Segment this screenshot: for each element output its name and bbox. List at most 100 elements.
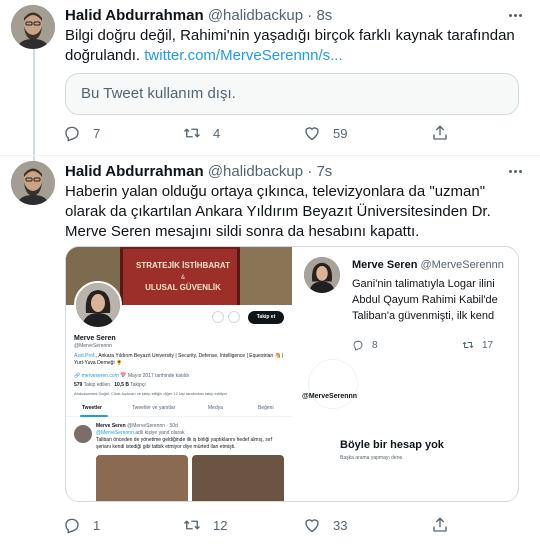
tweet-actions: 1 12 33 [63,514,463,536]
message-icon [228,311,240,323]
tweet-header: Halid Abdurrahman @halidbackup · 8s [65,6,332,26]
author-handle[interactable]: @halidbackup [208,7,303,24]
tweet-actions: 7 4 59 [63,122,463,144]
inner-avatar [74,425,92,443]
avatar[interactable] [11,161,55,205]
profile-avatar [74,281,122,329]
retweet-count: 12 [213,517,228,533]
account-not-found-subtitle: Başka arama yapmayı dene. [340,455,404,461]
unavailable-quote-card: Bu Tweet kullanım dışı. [65,73,519,115]
profile-tab-likes: Beğeni [258,405,274,411]
profile-bio: Asst.Prof., Ankara Yıldırım Beyazıt Univ… [74,353,286,367]
share-button[interactable] [431,514,449,536]
banner-title-amp: & [180,275,185,281]
inner-image-left [96,455,188,501]
tweet[interactable]: Halid Abdurrahman @halidbackup · 7s Habe… [0,156,540,544]
like-count: 59 [333,125,348,141]
author-handle[interactable]: @halidbackup [208,163,303,180]
banner-title-line1: STRATEJİK İSTİHBARAT [136,261,230,270]
profile-tab-tweets: Tweetler [82,405,102,411]
profile-meta: 🔗 merveseren.com 📅 Mayıs 2017 tarihinde … [74,373,189,379]
more-options-icon[interactable] [504,160,526,182]
profile-tabs: Tweetler Tweetler ve yanıtlar Medya Beğe… [66,401,292,417]
followers-count: 10,5 B [114,382,129,388]
profile-handle: @MerveSerennn [74,343,112,349]
inner-handle: @MerveSerennn · 50d [127,423,178,429]
tweet[interactable]: Halid Abdurrahman @halidbackup · 8s Bilg… [0,0,540,156]
banner-shelf-right [240,247,292,305]
shot-retweet: 17 [462,339,493,351]
author-name[interactable]: Halid Abdurrahman [65,7,204,24]
shot-reply: 8 [352,339,378,351]
like-button[interactable]: 33 [303,514,347,536]
tweet-link[interactable]: twitter.com/MerveSerennn/s... [144,47,342,64]
retweet-count: 4 [213,125,221,141]
separator-dot: · [307,163,313,180]
shot-text-line3: Taliban'a güvenmişti, ilk kend [352,310,495,322]
separator-dot: · [307,7,313,24]
calendar-icon: 📅 [120,373,128,379]
inner-reply-handle: @MerveSerennn [96,430,134,436]
bio-title: Asst.Prof. [74,353,96,359]
followers-label: Takipçi [130,382,146,388]
timestamp[interactable]: 8s [316,7,332,24]
shot-text-line2: Abdul Qayum Rahimi Kabil'de [352,294,498,306]
shot-header: Merve Seren @MerveSerennn [352,259,504,271]
shot-retweet-count: 17 [482,339,494,351]
tweet-header: Halid Abdurrahman @halidbackup · 7s [65,162,332,182]
inner-reply-text: adlı kişiye yanıt olarak [133,430,185,436]
share-icon [433,517,447,532]
profile-tab-replies: Tweetler ve yanıtlar [132,405,176,411]
reply-button[interactable]: 1 [63,514,100,536]
author-name[interactable]: Halid Abdurrahman [65,163,204,180]
inner-tweet-header: Merve Seren @MerveSerennn · 50d [96,423,178,429]
retweet-button[interactable]: 12 [183,514,227,536]
link-icon: 🔗 [74,373,82,379]
account-not-found-title: Böyle bir hesap yok [340,439,444,451]
media-image-tweet-screenshot[interactable]: Merve Seren @MerveSerennn Gani'nin talim… [294,247,518,501]
reply-button[interactable]: 7 [63,122,100,144]
shot-text-line1: Gani'nin talimatıyla Logar ilini [352,278,495,290]
retweet-icon [184,128,200,138]
inner-image-right [192,455,284,501]
more-options-icon[interactable] [504,4,526,26]
profile-site: merveseren.com [81,373,119,379]
profile-joined: Mayıs 2017 tarihinde katıldı [127,373,190,379]
follow-button: Takip et [248,311,284,324]
retweet-button[interactable]: 4 [183,122,220,144]
profile-follow-counts: 579 Takip edilen 10,5 B Takipçi [74,382,146,388]
following-count: 579 [74,382,83,388]
reply-count: 7 [93,125,101,141]
share-icon [433,125,447,140]
heart-icon [305,127,319,141]
media-grid[interactable]: STRATEJİK İSTİHBARAT & ULUSAL GÜVENLİK T… [65,246,519,502]
reply-count: 1 [93,517,101,533]
like-count: 33 [333,517,348,533]
banner-book-cover: STRATEJİK İSTİHBARAT & ULUSAL GÜVENLİK [120,249,240,305]
like-button[interactable]: 59 [303,122,347,144]
shot-name: Merve Seren [352,259,418,271]
shot-actions: 8 17 [352,339,518,353]
banner-title-line2: ULUSAL GÜVENLİK [145,283,221,292]
profile-tab-media: Medya [208,405,224,411]
retweet-icon [184,520,200,530]
timestamp[interactable]: 7s [316,163,332,180]
media-image-profile-screenshot[interactable]: STRATEJİK İSTİHBARAT & ULUSAL GÜVENLİK T… [66,247,292,501]
reply-icon [65,518,79,534]
reply-icon [353,340,363,351]
heart-icon [305,519,319,533]
inner-reply-context: @MerveSerennn adlı kişiye yanıt olarak [96,430,184,436]
active-tab-indicator [80,415,108,417]
retweet-icon [462,342,474,348]
following-label: Takip edilen [83,382,111,388]
share-button[interactable] [431,122,449,144]
shot-handle: @MerveSerennn [420,259,504,271]
shot-reply-count: 8 [372,339,378,351]
shot-avatar-placeholder [308,359,358,409]
profile-name: Merve Seren [74,335,116,342]
profile-known-followers: Abdussamed Dağül, Cihat Açıkcan ve takip… [74,391,228,396]
more-icon [212,311,224,323]
avatar[interactable] [11,5,55,49]
reply-icon [65,126,79,142]
shot-text: Gani'nin talimatıyla Logar ilini Abdul Q… [352,276,518,324]
